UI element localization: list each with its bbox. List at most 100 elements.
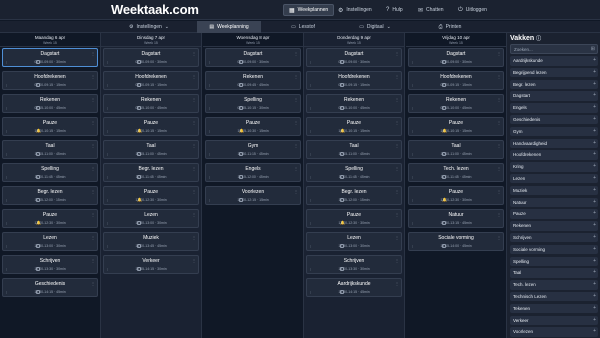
vak-item[interactable]: Muziek + [510,185,598,196]
add-icon[interactable]: + [593,81,596,87]
more-icon[interactable]: ⋮ [192,51,196,56]
drag-handle-icon[interactable]: ⋮ [411,198,414,202]
vak-item[interactable]: Begr. lezen + [510,79,598,90]
tab-weekplanning[interactable]: ▤ Weekplanning [197,21,261,33]
add-icon[interactable]: + [593,116,596,122]
vak-item[interactable]: Technisch Lezen + [510,291,598,302]
drag-handle-icon[interactable]: ⋮ [106,221,109,225]
tab-digitaal[interactable]: ▭ Digitaal ⌄ [345,21,405,33]
more-icon[interactable]: ⋮ [91,74,95,79]
lesson-card[interactable]: Dagstart 08:30-09:00 · 30min ⋮ ⋮ [205,48,301,67]
add-icon[interactable]: + [593,269,596,275]
more-icon[interactable]: ⋮ [497,235,501,240]
drag-handle-icon[interactable]: ⋮ [309,244,312,248]
vak-item[interactable]: Hoofdrekenen + [510,150,598,160]
lesson-card[interactable]: Dagstart 08:30-09:00 · 30min ⋮ ⋮ [103,48,199,67]
lesson-card[interactable]: Pauze 🔔 10:00-10:15 · 15min ⋮ ⋮ [408,117,504,136]
nav-chatten[interactable]: ✉ Chatten [413,4,449,16]
vak-item[interactable]: Dagstart + [510,91,598,101]
drag-handle-icon[interactable]: ⋮ [5,221,8,225]
nav-instellingen[interactable]: ⚙ Instellingen [333,4,377,16]
more-icon[interactable]: ⋮ [395,235,399,240]
app-logo[interactable]: Weektaak.com [111,2,199,17]
lesson-card[interactable]: Dagstart 08:30-09:00 · 30min ⋮ ⋮ [306,48,402,67]
more-icon[interactable]: ⋮ [395,74,399,79]
lesson-card[interactable]: Sociale vorming 13:15-14:00 · 45min ⋮ ⋮ [408,232,504,251]
add-icon[interactable]: + [593,69,596,75]
add-icon[interactable]: + [593,293,596,299]
lesson-card[interactable]: Hoofdrekenen 09:00-09:15 · 15min ⋮ ⋮ [103,71,199,90]
add-icon[interactable]: + [593,199,596,205]
more-icon[interactable]: ⋮ [91,166,95,171]
drag-handle-icon[interactable]: ⋮ [411,129,414,133]
more-icon[interactable]: ⋮ [91,212,95,217]
lesson-card[interactable]: Hoofdrekenen 09:00-09:15 · 15min ⋮ ⋮ [2,71,98,90]
drag-handle-icon[interactable]: ⋮ [208,152,211,156]
drag-handle-icon[interactable]: ⋮ [208,106,211,110]
lesson-card[interactable]: Taal 10:15-11:00 · 45min ⋮ ⋮ [2,140,98,159]
lesson-card[interactable]: Begr. lezen 11:45-12:00 · 15min ⋮ ⋮ [306,186,402,205]
drag-handle-icon[interactable]: ⋮ [309,290,312,294]
add-icon[interactable]: + [593,234,596,240]
drag-handle-icon[interactable]: ⋮ [106,267,109,271]
more-icon[interactable]: ⋮ [497,143,501,148]
drag-handle-icon[interactable]: ⋮ [309,267,312,271]
lesson-card[interactable]: Rekenen 09:15-10:00 · 45min ⋮ ⋮ [408,94,504,113]
vak-item[interactable]: Begrijpend lezen + [510,67,598,78]
lesson-card[interactable]: Begr. lezen 11:00-11:45 · 45min ⋮ ⋮ [103,163,199,182]
lesson-card[interactable]: Rekenen 09:15-10:00 · 45min ⋮ ⋮ [103,94,199,113]
more-icon[interactable]: ⋮ [192,97,196,102]
more-icon[interactable]: ⋮ [395,189,399,194]
lesson-card[interactable]: Pauze 🔔 12:00-12:30 · 30min ⋮ ⋮ [103,186,199,205]
more-icon[interactable]: ⋮ [91,281,95,286]
lesson-card[interactable]: Pauze 🔔 10:00-10:15 · 15min ⋮ ⋮ [2,117,98,136]
vak-item[interactable]: Gym + [510,126,598,137]
more-icon[interactable]: ⋮ [91,258,95,263]
drag-handle-icon[interactable]: ⋮ [208,175,211,179]
add-icon[interactable]: + [593,187,596,193]
drag-handle-icon[interactable]: ⋮ [5,129,8,133]
drag-handle-icon[interactable]: ⋮ [106,244,109,248]
more-icon[interactable]: ⋮ [192,143,196,148]
more-icon[interactable]: ⋮ [91,51,95,56]
add-icon[interactable]: + [593,281,596,287]
info-icon[interactable]: ⓘ [536,35,541,42]
lesson-card[interactable]: Rekenen 09:15-10:00 · 45min ⋮ ⋮ [2,94,98,113]
more-icon[interactable]: ⋮ [497,97,501,102]
lesson-card[interactable]: Voorlezen 12:00-12:15 · 15min ⋮ ⋮ [205,186,301,205]
tab-lesstof[interactable]: ▭ Lesstof [278,21,328,33]
lesson-card[interactable]: Gym 10:30-11:15 · 45min ⋮ ⋮ [205,140,301,159]
drag-handle-icon[interactable]: ⋮ [5,198,8,202]
vak-item[interactable]: Aardrijkskunde + [510,56,598,66]
more-icon[interactable]: ⋮ [294,166,298,171]
lesson-card[interactable]: Spelling 11:00-11:45 · 45min ⋮ ⋮ [2,163,98,182]
nav-uitloggen[interactable]: ⏻ Uitloggen [453,4,492,16]
lesson-card[interactable]: Begr. lezen 11:45-12:00 · 15min ⋮ ⋮ [2,186,98,205]
more-icon[interactable]: ⋮ [294,97,298,102]
add-icon[interactable]: + [593,128,596,134]
lesson-card[interactable]: Natuur 12:30-13:15 · 45min ⋮ ⋮ [408,209,504,228]
vak-item[interactable]: Spelling + [510,256,598,267]
drag-handle-icon[interactable]: ⋮ [106,129,109,133]
drag-handle-icon[interactable]: ⋮ [106,60,109,64]
drag-handle-icon[interactable]: ⋮ [106,152,109,156]
add-icon[interactable]: + [593,222,596,228]
more-icon[interactable]: ⋮ [395,166,399,171]
lesson-card[interactable]: Spelling 09:45-10:15 · 30min ⋮ ⋮ [205,94,301,113]
drag-handle-icon[interactable]: ⋮ [106,175,109,179]
vak-item[interactable]: Natuur + [510,197,598,208]
tab-printen[interactable]: ⎙ Printen [425,21,475,33]
more-icon[interactable]: ⋮ [294,189,298,194]
vak-item[interactable]: Tekenen + [510,303,598,314]
drag-handle-icon[interactable]: ⋮ [5,60,8,64]
drag-handle-icon[interactable]: ⋮ [309,152,312,156]
drag-handle-icon[interactable]: ⋮ [208,60,211,64]
drag-handle-icon[interactable]: ⋮ [106,83,109,87]
lesson-card[interactable]: Verkeer 13:45-14:15 · 30min ⋮ ⋮ [103,255,199,274]
lesson-card[interactable]: Pauze 🔔 10:15-10:30 · 15min ⋮ ⋮ [205,117,301,136]
drag-handle-icon[interactable]: ⋮ [309,106,312,110]
lesson-card[interactable]: Hoofdrekenen 09:00-09:15 · 15min ⋮ ⋮ [408,71,504,90]
lesson-card[interactable]: Rekenen 09:00-09:45 · 45min ⋮ ⋮ [205,71,301,90]
lesson-card[interactable]: Dagstart 08:30-09:00 · 30min ⋮ ⋮ [2,48,98,67]
lesson-card[interactable]: Schrijven 13:00-13:30 · 30min ⋮ ⋮ [306,255,402,274]
